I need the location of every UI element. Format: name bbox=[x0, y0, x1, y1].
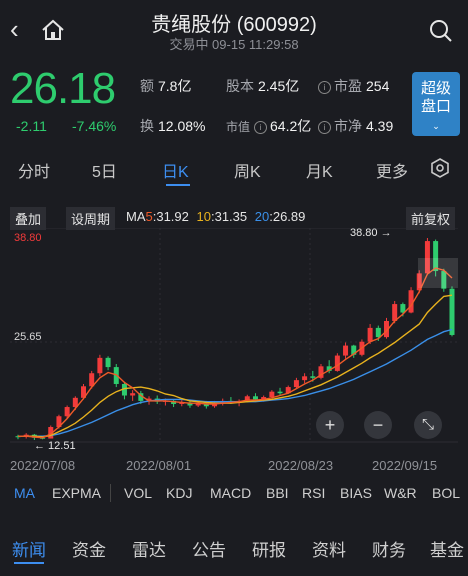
high-annotation: 38.80 → bbox=[350, 228, 392, 239]
candle-body bbox=[269, 391, 275, 398]
candle-body bbox=[310, 376, 316, 378]
current-price: 26.18 bbox=[10, 64, 116, 113]
turnover-amount: 额 7.8亿 bbox=[140, 78, 192, 94]
candle-body bbox=[375, 327, 381, 338]
indicator-wr[interactable]: W&R bbox=[384, 485, 417, 501]
tab-intraday[interactable]: 分时 bbox=[18, 158, 50, 182]
price-change-pct: -7.46% bbox=[72, 118, 117, 134]
indicator-divider bbox=[110, 484, 111, 502]
date-label-2: 2022/08/23 bbox=[268, 458, 334, 473]
tab-radar[interactable]: 雷达 bbox=[132, 536, 166, 561]
candle-body bbox=[252, 396, 258, 400]
candle-body bbox=[302, 376, 308, 381]
tab-announcements[interactable]: 公告 bbox=[192, 536, 226, 561]
zoom-out-button[interactable]: − bbox=[364, 411, 392, 439]
chevron-down-icon: ⌄ bbox=[432, 121, 440, 131]
total-shares: 股本 2.45亿 bbox=[226, 78, 300, 94]
indicator-ma[interactable]: MA bbox=[14, 485, 35, 501]
low-annotation: ← 12.51 bbox=[34, 440, 76, 452]
tab-weekly-k[interactable]: 周K bbox=[234, 158, 261, 182]
date-label-0: 2022/07/08 bbox=[10, 458, 76, 473]
info-icon: i bbox=[318, 81, 331, 94]
indicator-kdj[interactable]: KDJ bbox=[166, 485, 192, 501]
indicator-expma[interactable]: EXPMA bbox=[52, 485, 101, 501]
tab-finance[interactable]: 财务 bbox=[372, 536, 406, 561]
zoom-in-button[interactable]: + bbox=[316, 411, 344, 439]
indicator-bar: MA EXPMA VOL KDJ MACD BBI RSI BIAS W&R B… bbox=[0, 482, 468, 506]
indicator-bias[interactable]: BIAS bbox=[340, 485, 372, 501]
y-max-label: 38.80 bbox=[14, 232, 42, 244]
turnover-rate: 换 12.08% bbox=[140, 118, 206, 134]
info-tabs: 新闻 资金 雷达 公告 研报 资料 财务 基金 bbox=[0, 530, 468, 566]
chart-toolbar: 叠加 设周期 MA5:31.92 10:31.35 20:26.89 前复权 bbox=[10, 206, 458, 230]
active-tab-indicator bbox=[166, 184, 190, 186]
fullscreen-icon[interactable]: ⤡ bbox=[414, 411, 442, 439]
info-icon: i bbox=[318, 121, 331, 134]
tab-more[interactable]: 更多 bbox=[376, 158, 408, 182]
active-tab-underline bbox=[14, 562, 44, 564]
trading-status: 交易中 09-15 11:29:58 bbox=[169, 37, 299, 52]
ma-legend: MA5:31.92 10:31.35 20:26.89 bbox=[126, 209, 306, 224]
indicator-bbi[interactable]: BBI bbox=[266, 485, 289, 501]
info-icon: i bbox=[254, 121, 268, 134]
stock-title: 贵绳股份 (600992) bbox=[151, 14, 317, 36]
indicator-vol[interactable]: VOL bbox=[124, 485, 152, 501]
set-period-button[interactable]: 设周期 bbox=[66, 207, 116, 230]
candle-body bbox=[130, 393, 136, 396]
market-cap[interactable]: 市值 i 64.2亿 bbox=[226, 116, 311, 136]
pb-ratio[interactable]: i 市净 4.39 bbox=[318, 116, 393, 136]
candle-body bbox=[105, 357, 111, 368]
tab-research[interactable]: 研报 bbox=[252, 536, 286, 561]
period-tabs: 分时 5日 日K 周K 月K 更多 bbox=[0, 150, 468, 186]
tab-profile[interactable]: 资料 bbox=[312, 536, 346, 561]
candle-body bbox=[334, 355, 340, 371]
indicator-boll[interactable]: BOL bbox=[432, 485, 460, 501]
candle-body bbox=[367, 327, 373, 342]
forward-adjust-button[interactable]: 前复权 bbox=[406, 207, 456, 230]
candle-body bbox=[400, 304, 406, 313]
overlay-button[interactable]: 叠加 bbox=[10, 207, 47, 230]
date-label-1: 2022/08/01 bbox=[126, 458, 192, 473]
header-bar: ‹ 贵绳股份 (600992) 交易中 09-15 11:29:58 bbox=[0, 0, 468, 58]
pe-ratio[interactable]: i 市盈 254 bbox=[318, 76, 389, 96]
tab-news[interactable]: 新闻 bbox=[12, 536, 46, 561]
settings-icon[interactable] bbox=[430, 158, 450, 178]
candle-body bbox=[277, 391, 283, 394]
price-change: -2.11 bbox=[16, 118, 47, 134]
indicator-rsi[interactable]: RSI bbox=[302, 485, 325, 501]
tab-5day[interactable]: 5日 bbox=[92, 158, 117, 182]
tab-fund[interactable]: 基金 bbox=[430, 536, 464, 561]
candle-body bbox=[64, 407, 70, 417]
date-label-3: 2022/09/15 bbox=[372, 458, 438, 473]
indicator-macd[interactable]: MACD bbox=[210, 485, 251, 501]
selection-highlight bbox=[418, 258, 458, 288]
tab-daily-k[interactable]: 日K bbox=[162, 158, 189, 182]
candle-body bbox=[392, 304, 398, 321]
search-icon[interactable] bbox=[428, 18, 454, 44]
tab-monthly-k[interactable]: 月K bbox=[306, 158, 333, 182]
y-mid-label: 25.65 bbox=[14, 331, 42, 343]
candle-body bbox=[293, 380, 299, 388]
super-order-book-button[interactable]: 超级 盘口 ⌄ bbox=[412, 72, 460, 136]
candle-body bbox=[343, 345, 349, 356]
tab-funds[interactable]: 资金 bbox=[72, 536, 106, 561]
ma5-line bbox=[18, 267, 453, 439]
candle-body bbox=[97, 357, 103, 374]
